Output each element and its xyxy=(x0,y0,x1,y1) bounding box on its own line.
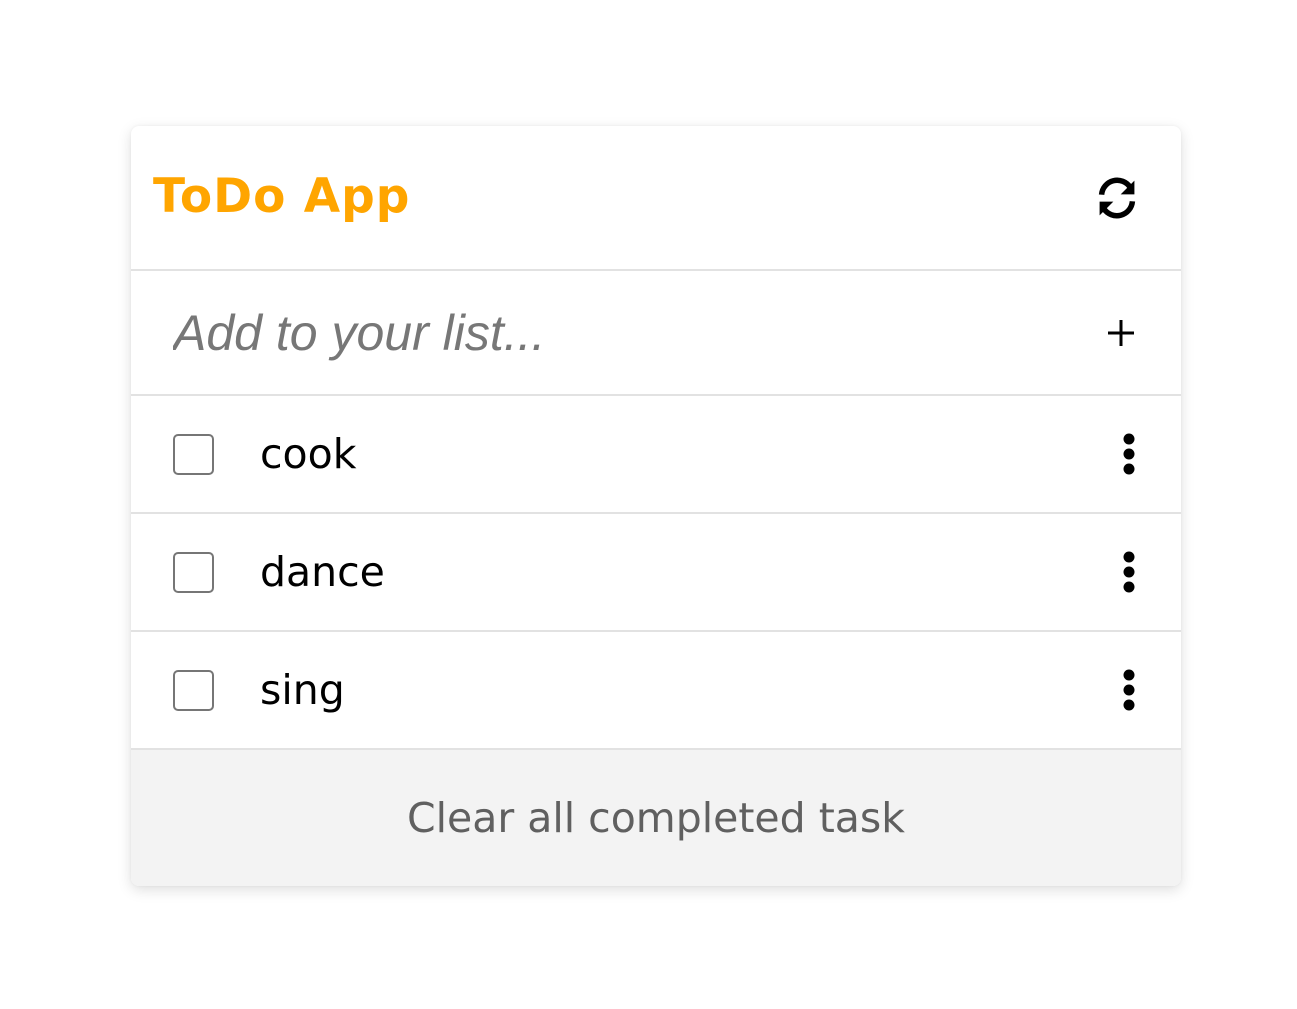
task-list: cook dance sing xyxy=(131,396,1181,750)
kebab-menu-icon xyxy=(1123,433,1135,475)
task-menu-button[interactable] xyxy=(1117,668,1141,712)
kebab-menu-icon xyxy=(1123,551,1135,593)
add-task-input[interactable] xyxy=(173,303,1101,362)
task-item: cook xyxy=(131,396,1181,514)
task-checkbox[interactable] xyxy=(173,669,214,711)
refresh-button[interactable] xyxy=(1095,176,1139,220)
task-menu-button[interactable] xyxy=(1117,432,1141,476)
app-header: ToDo App xyxy=(131,126,1181,271)
kebab-menu-icon xyxy=(1123,669,1135,711)
task-label: cook xyxy=(260,430,357,478)
card-footer: Clear all completed task xyxy=(131,750,1181,886)
refresh-icon xyxy=(1098,177,1136,218)
add-task-button[interactable] xyxy=(1101,313,1141,353)
todo-card: ToDo App cook xyxy=(131,126,1181,886)
task-menu-button[interactable] xyxy=(1117,550,1141,594)
task-checkbox[interactable] xyxy=(173,433,214,475)
clear-completed-button[interactable]: Clear all completed task xyxy=(407,794,905,842)
task-label: dance xyxy=(260,548,385,596)
task-item: sing xyxy=(131,632,1181,750)
task-item: dance xyxy=(131,514,1181,632)
add-task-row xyxy=(131,271,1181,396)
app-title: ToDo App xyxy=(153,169,411,224)
task-checkbox[interactable] xyxy=(173,551,214,593)
plus-icon xyxy=(1108,319,1134,346)
task-label: sing xyxy=(260,666,345,714)
